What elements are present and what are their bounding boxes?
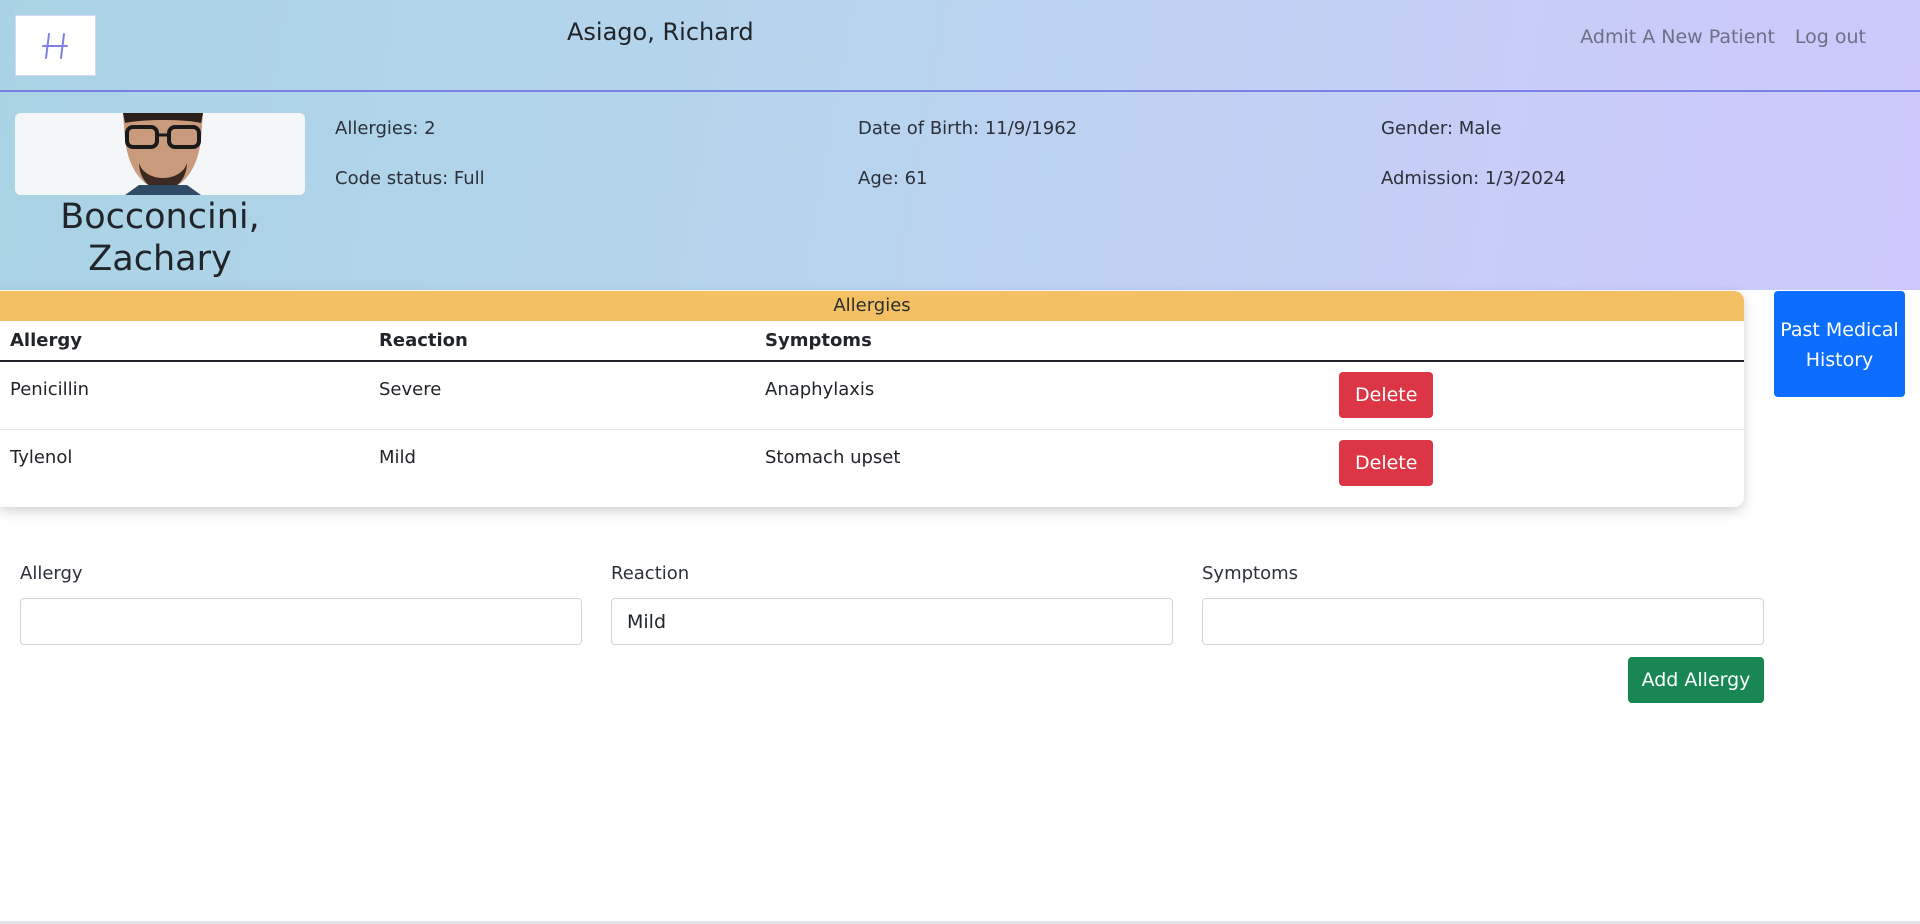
- delete-allergy-button[interactable]: Delete: [1339, 440, 1434, 487]
- add-allergy-button[interactable]: Add Allergy: [1628, 657, 1764, 703]
- reaction-value: Severe: [379, 378, 442, 400]
- reaction-cell: Mild: [369, 429, 755, 497]
- date-of-birth: Date of Birth: 11/9/1962: [858, 118, 1078, 139]
- table-row: Tylenol Mild Stomach upset Delete: [0, 429, 1744, 497]
- symptoms-value: Stomach upset: [765, 446, 901, 468]
- patient-avatar: [15, 113, 305, 195]
- symptoms-value: Anaphylaxis: [765, 378, 875, 400]
- reaction-value: Mild: [379, 446, 416, 468]
- allergies-card: Allergies Allergy Reaction Symptoms Peni…: [0, 291, 1744, 507]
- column-header-allergy: Allergy: [0, 321, 369, 362]
- delete-allergy-button[interactable]: Delete: [1339, 372, 1434, 419]
- allergy-form-group: Allergy: [20, 563, 582, 645]
- allergy-name: Penicillin: [10, 378, 90, 400]
- actions-cell: Delete: [1329, 429, 1744, 497]
- allergy-input-label: Allergy: [20, 563, 83, 584]
- allergy-cell: Tylenol: [0, 429, 369, 497]
- reaction-form-group: Reaction: [611, 563, 1173, 645]
- symptoms-input-label: Symptoms: [1202, 563, 1299, 584]
- patient-header: Asiago, Richard Admit A New Patient Log …: [0, 0, 1920, 290]
- patient-photo: [15, 113, 305, 195]
- h-logo-icon: [41, 32, 68, 59]
- table-row: Penicillin Severe Anaphylaxis Delete: [0, 361, 1744, 430]
- patient-age: Age: 61: [858, 168, 928, 189]
- column-header-reaction: Reaction: [369, 321, 755, 362]
- app-logo[interactable]: [15, 15, 96, 76]
- navbar: Asiago, Richard Admit A New Patient Log …: [0, 0, 1920, 92]
- allergy-name: Tylenol: [10, 446, 73, 468]
- logout-link[interactable]: Log out: [1795, 26, 1866, 48]
- code-status: Code status: Full: [335, 168, 485, 189]
- column-header-symptoms: Symptoms: [755, 321, 1329, 362]
- table-header-row: Allergy Reaction Symptoms: [0, 321, 1744, 362]
- actions-cell: Delete: [1329, 361, 1744, 430]
- admission-date: Admission: 1/3/2024: [1381, 168, 1566, 189]
- column-header-actions: [1329, 321, 1744, 362]
- symptoms-form-group: Symptoms: [1202, 563, 1764, 645]
- admit-new-patient-link[interactable]: Admit A New Patient: [1580, 26, 1775, 48]
- symptoms-cell: Stomach upset: [755, 429, 1329, 497]
- past-medical-history-button[interactable]: Past Medical History: [1774, 291, 1905, 397]
- allergies-table: Allergy Reaction Symptoms Penicillin Sev…: [0, 321, 1744, 497]
- patient-gender: Gender: Male: [1381, 118, 1502, 139]
- patient-name: Bocconcini, Zachary: [60, 197, 260, 279]
- allergies-count: Allergies: 2: [335, 118, 436, 139]
- symptoms-input[interactable]: [1202, 598, 1764, 645]
- reaction-input[interactable]: [611, 598, 1173, 645]
- symptoms-cell: Anaphylaxis: [755, 361, 1329, 430]
- reaction-input-label: Reaction: [611, 563, 690, 584]
- allergies-card-title: Allergies: [0, 291, 1744, 321]
- allergy-cell: Penicillin: [0, 361, 369, 430]
- nav-links: Admit A New Patient Log out: [1580, 26, 1866, 48]
- logged-in-user-name: Asiago, Richard: [567, 18, 754, 46]
- reaction-cell: Severe: [369, 361, 755, 430]
- allergy-input[interactable]: [20, 598, 582, 645]
